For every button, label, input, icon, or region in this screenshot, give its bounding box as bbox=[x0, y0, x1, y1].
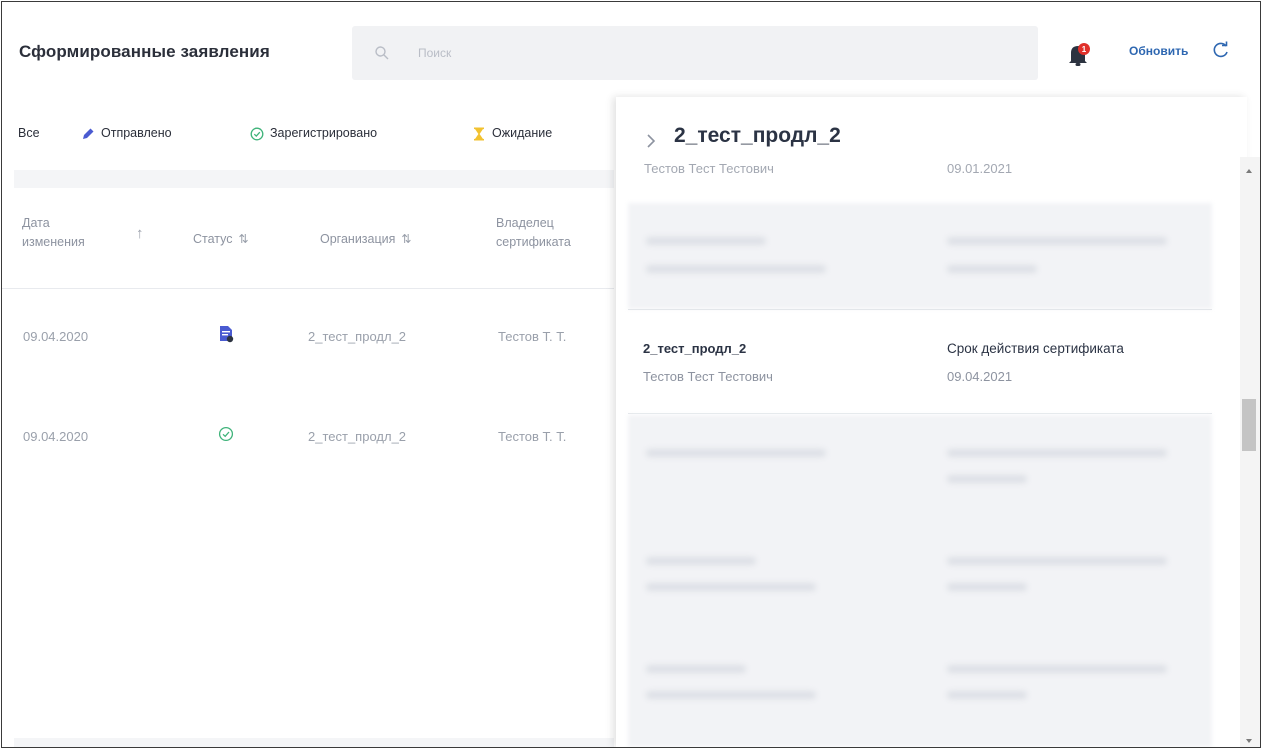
cell-organization: 2_тест_продл_2 bbox=[308, 329, 407, 344]
cell-status bbox=[218, 426, 234, 445]
divider-band bbox=[14, 170, 614, 188]
panel-title: 2_тест_продл_2 bbox=[674, 124, 841, 147]
column-header-organization[interactable]: Организация ⇅ bbox=[320, 230, 411, 249]
search-placeholder: Поиск bbox=[418, 46, 452, 60]
column-header-label: Статус bbox=[193, 232, 233, 246]
search-icon bbox=[375, 46, 389, 60]
column-header-label: Дата изменения bbox=[22, 216, 85, 249]
card-validity-date: 09.04.2021 bbox=[947, 369, 1013, 384]
page-title: Сформированные заявления bbox=[19, 42, 270, 61]
blurred-text bbox=[646, 583, 816, 591]
pen-icon bbox=[83, 128, 94, 139]
card-divider bbox=[628, 413, 1212, 414]
sort-asc-icon: ↑ bbox=[136, 225, 144, 242]
blurred-text bbox=[947, 449, 1167, 457]
check-circle-icon bbox=[218, 426, 234, 442]
blurred-text bbox=[646, 265, 826, 273]
app-window: Сформированные заявления Поиск 1 Обновит… bbox=[1, 1, 1261, 748]
filter-label: Все bbox=[18, 126, 40, 140]
sort-icon: ⇅ bbox=[401, 232, 412, 246]
cell-organization: 2_тест_продл_2 bbox=[308, 429, 407, 444]
cell-date: 09.04.2020 bbox=[23, 429, 89, 444]
panel-scrollbar[interactable] bbox=[1240, 157, 1260, 747]
header: Сформированные заявления Поиск 1 Обновит… bbox=[2, 2, 1260, 94]
blurred-text bbox=[947, 691, 1027, 699]
filter-sent[interactable]: Отправлено bbox=[81, 126, 172, 141]
scroll-down-arrow-icon[interactable] bbox=[1246, 739, 1252, 743]
blurred-text bbox=[646, 691, 816, 699]
filter-label: Отправлено bbox=[101, 126, 172, 140]
document-status-icon bbox=[220, 326, 234, 343]
blurred-text bbox=[947, 583, 1027, 591]
blurred-text bbox=[646, 557, 756, 565]
scroll-up-arrow-icon[interactable] bbox=[1246, 169, 1252, 173]
table-header-divider bbox=[2, 288, 614, 289]
bell-icon: 1 bbox=[1069, 43, 1090, 66]
card-divider bbox=[628, 309, 1212, 310]
panel-owner-name: Тестов Тест Тестович bbox=[644, 161, 774, 176]
card-title: 2_тест_продл_2 bbox=[643, 341, 747, 356]
hourglass-icon bbox=[474, 127, 484, 141]
column-header-owner[interactable]: Владелец сертификата bbox=[496, 214, 606, 252]
filter-all[interactable]: Все bbox=[18, 126, 40, 140]
sort-icon: ⇅ bbox=[238, 232, 249, 246]
card-owner: Тестов Тест Тестович bbox=[643, 369, 773, 384]
details-panel: 2_тест_продл_2 Тестов Тест Тестович 09.0… bbox=[616, 97, 1247, 747]
filter-label: Зарегистрировано bbox=[270, 126, 378, 140]
refresh-icon bbox=[1213, 41, 1228, 58]
search-input[interactable]: Поиск bbox=[352, 26, 1038, 80]
blurred-text bbox=[947, 265, 1037, 273]
blurred-text bbox=[646, 665, 746, 673]
cell-date: 09.04.2020 bbox=[23, 329, 89, 344]
blurred-text bbox=[947, 665, 1167, 673]
column-header-status[interactable]: Статус ⇅ bbox=[193, 230, 249, 249]
refresh-label: Обновить bbox=[1129, 44, 1189, 58]
panel-date: 09.01.2021 bbox=[947, 161, 1013, 176]
blurred-text bbox=[947, 557, 1167, 565]
blurred-text bbox=[646, 449, 826, 457]
table-footer-band bbox=[14, 738, 614, 747]
refresh-button[interactable]: Обновить bbox=[1129, 41, 1228, 58]
blurred-text bbox=[646, 237, 766, 245]
filter-label: Ожидание bbox=[492, 126, 553, 140]
blurred-card bbox=[628, 203, 1212, 309]
check-circle-icon bbox=[250, 127, 264, 141]
filter-registered[interactable]: Зарегистрировано bbox=[250, 126, 377, 141]
notification-badge: 1 bbox=[1082, 45, 1087, 54]
column-header-date[interactable]: Дата изменения ↑ bbox=[22, 214, 144, 252]
cell-owner: Тестов Т. Т. bbox=[498, 429, 567, 444]
filter-waiting[interactable]: Ожидание bbox=[472, 126, 552, 141]
scroll-thumb[interactable] bbox=[1242, 399, 1256, 451]
column-header-label: Владелец сертификата bbox=[496, 216, 571, 249]
card-validity-label: Срок действия сертификата bbox=[947, 341, 1124, 356]
column-header-label: Организация bbox=[320, 232, 396, 246]
cell-owner: Тестов Т. Т. bbox=[498, 329, 567, 344]
chevron-right-icon[interactable] bbox=[644, 132, 658, 150]
notifications-button[interactable]: 1 bbox=[1067, 42, 1091, 68]
blurred-text bbox=[947, 237, 1167, 245]
cell-status bbox=[218, 325, 234, 346]
blurred-text bbox=[947, 475, 1027, 483]
